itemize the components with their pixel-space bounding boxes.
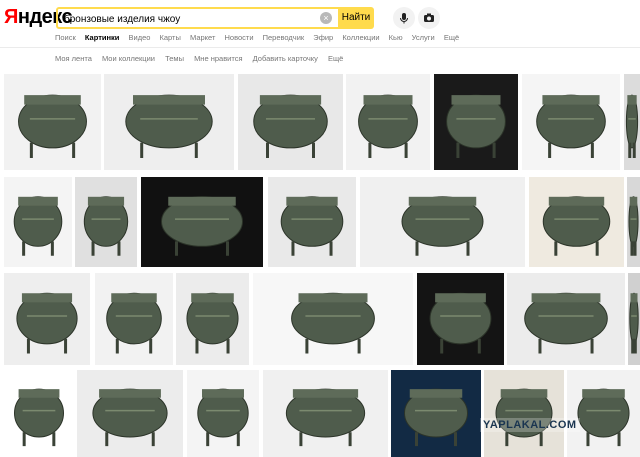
bronze-vessel-icon — [429, 292, 492, 354]
tab-market[interactable]: Маркет — [190, 33, 215, 42]
bronze-vessel-icon — [625, 94, 639, 158]
image-result-15[interactable] — [4, 273, 90, 365]
clear-icon[interactable]: × — [320, 12, 332, 24]
bronze-vessel-icon — [358, 94, 418, 158]
service-tabs: Поиск Картинки Видео Карты Маркет Новост… — [55, 33, 466, 42]
bronze-vessel-icon — [446, 94, 506, 158]
tab-efir[interactable]: Эфир — [313, 33, 333, 42]
subnav-more[interactable]: Ещё — [328, 54, 343, 63]
image-result-16[interactable] — [95, 273, 173, 365]
tab-video[interactable]: Видео — [129, 33, 151, 42]
bronze-vessel-icon — [125, 94, 213, 158]
bronze-vessel-icon — [253, 94, 328, 158]
bronze-vessel-icon — [16, 292, 78, 354]
watermark: YAPLAKAL.COM — [480, 418, 580, 432]
image-result-17[interactable] — [176, 273, 249, 365]
bronze-vessel-icon — [285, 388, 366, 447]
subnav-likes[interactable]: Мне нравится — [194, 54, 242, 63]
tab-translator[interactable]: Переводчик — [263, 33, 305, 42]
divider — [0, 47, 640, 48]
microphone-icon[interactable] — [393, 7, 415, 29]
image-result-11[interactable] — [268, 177, 356, 267]
subnav-my-collections[interactable]: Мои коллекции — [102, 54, 155, 63]
image-result-6[interactable] — [522, 74, 620, 170]
search-button[interactable]: Найти — [338, 7, 374, 29]
image-result-27[interactable] — [484, 370, 564, 457]
search-box: × Найти — [56, 7, 374, 29]
tab-images[interactable]: Картинки — [85, 33, 120, 42]
bronze-vessel-icon — [629, 292, 639, 354]
camera-icon[interactable] — [418, 7, 440, 29]
subnav-my-feed[interactable]: Моя лента — [55, 54, 92, 63]
bronze-vessel-icon — [18, 94, 87, 158]
bronze-vessel-icon — [495, 388, 553, 447]
image-result-4[interactable] — [346, 74, 430, 170]
image-result-8[interactable] — [4, 177, 72, 267]
bronze-vessel-icon — [542, 196, 611, 256]
image-result-13[interactable] — [529, 177, 624, 267]
bronze-vessel-icon — [13, 196, 63, 256]
bronze-vessel-icon — [83, 196, 129, 256]
tab-news[interactable]: Новости — [224, 33, 253, 42]
bronze-vessel-icon — [161, 196, 243, 256]
logo-first-letter: Я — [4, 6, 18, 28]
tab-maps[interactable]: Карты — [160, 33, 181, 42]
bronze-vessel-icon — [524, 292, 608, 354]
image-result-10[interactable] — [141, 177, 263, 267]
image-result-7[interactable] — [624, 74, 640, 170]
image-result-2[interactable] — [104, 74, 234, 170]
bronze-vessel-icon — [401, 196, 484, 256]
image-result-1[interactable] — [4, 74, 101, 170]
image-result-23[interactable] — [77, 370, 183, 457]
image-result-28[interactable] — [567, 370, 640, 457]
image-result-21[interactable] — [628, 273, 640, 365]
image-result-3[interactable] — [238, 74, 343, 170]
bronze-vessel-icon — [106, 292, 162, 354]
bronze-vessel-icon — [92, 388, 168, 447]
bronze-vessel-icon — [280, 196, 344, 256]
collections-subnav: Моя лента Мои коллекции Темы Мне нравитс… — [55, 54, 351, 63]
bronze-vessel-icon — [197, 388, 249, 447]
bronze-vessel-icon — [291, 292, 375, 354]
subnav-add-card[interactable]: Добавить карточку — [253, 54, 318, 63]
image-result-26[interactable] — [391, 370, 481, 457]
tab-collections[interactable]: Коллекции — [342, 33, 379, 42]
image-result-19[interactable] — [417, 273, 504, 365]
image-result-12[interactable] — [360, 177, 525, 267]
image-result-22[interactable] — [4, 370, 74, 457]
image-result-14[interactable] — [627, 177, 640, 267]
image-result-18[interactable] — [253, 273, 413, 365]
bronze-vessel-icon — [404, 388, 468, 447]
image-result-9[interactable] — [75, 177, 137, 267]
bronze-vessel-icon — [186, 292, 239, 354]
image-result-24[interactable] — [187, 370, 259, 457]
image-result-25[interactable] — [263, 370, 388, 457]
tab-search[interactable]: Поиск — [55, 33, 76, 42]
bronze-vessel-icon — [536, 94, 606, 158]
tab-services[interactable]: Услуги — [412, 33, 435, 42]
tab-q[interactable]: Кью — [389, 33, 403, 42]
bronze-vessel-icon — [577, 388, 630, 447]
bronze-vessel-icon — [14, 388, 64, 447]
tab-more[interactable]: Ещё — [444, 33, 459, 42]
bronze-vessel-icon — [628, 196, 639, 256]
subnav-topics[interactable]: Темы — [165, 54, 184, 63]
image-result-20[interactable] — [507, 273, 625, 365]
image-result-5[interactable] — [434, 74, 518, 170]
search-input[interactable] — [62, 11, 316, 27]
